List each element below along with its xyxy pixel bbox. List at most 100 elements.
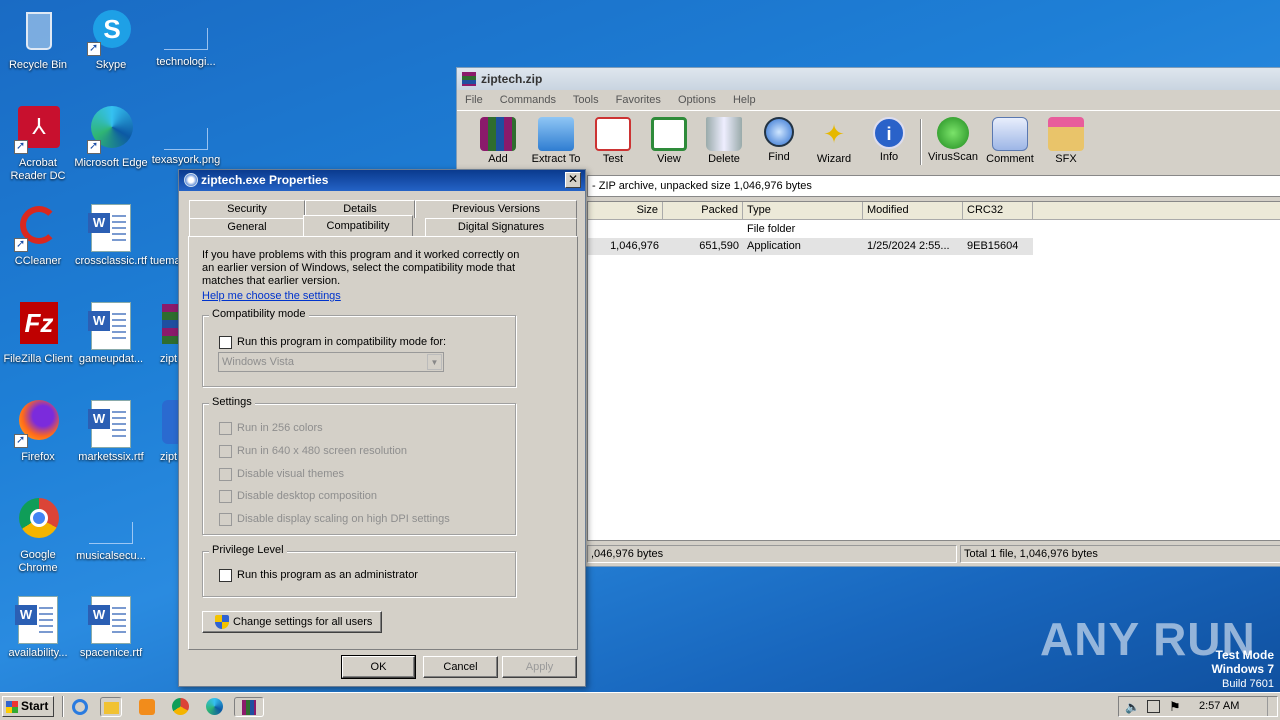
desktop-icon-ccleaner[interactable]: CCleaner: [0, 204, 76, 268]
desktop-icon-acrobat[interactable]: ⅄ Acrobat Reader DC: [0, 106, 76, 183]
ie-icon[interactable]: [69, 697, 91, 717]
close-button[interactable]: ✕: [565, 172, 581, 188]
cell-crc: [963, 221, 1033, 238]
properties-dialog[interactable]: ziptech.exe Properties ✕ Security Detail…: [178, 169, 586, 687]
run-640x480-checkbox[interactable]: Run in 640 x 480 screen resolution: [219, 444, 407, 460]
toolbar-view-button[interactable]: View: [641, 117, 697, 165]
file-icon: [164, 28, 208, 50]
table-row-folder[interactable]: File folder: [588, 221, 1033, 238]
menu-file[interactable]: File: [465, 94, 483, 106]
winrar-taskbar-icon[interactable]: [234, 697, 264, 717]
toolbar-info-button[interactable]: i Info: [861, 117, 917, 163]
toolbar-sfx-button[interactable]: SFX: [1038, 117, 1094, 165]
firefox-icon: [14, 400, 62, 448]
winrar-titlebar[interactable]: ziptech.zip: [457, 68, 1280, 90]
desktop-icon-musicalsecu[interactable]: musicalsecu...: [73, 498, 149, 563]
column-header-packed[interactable]: Packed: [663, 202, 743, 220]
menu-favorites[interactable]: Favorites: [616, 94, 661, 106]
menu-help[interactable]: Help: [733, 94, 756, 106]
menu-commands[interactable]: Commands: [500, 94, 556, 106]
column-header-size[interactable]: Size: [588, 202, 663, 220]
desktop-icon-marketssix[interactable]: W marketssix.rtf: [73, 400, 149, 464]
add-archive-icon: [480, 117, 516, 151]
tab-compatibility[interactable]: Compatibility: [303, 215, 413, 236]
desktop-icon-spacenice[interactable]: W spacenice.rtf: [73, 596, 149, 660]
menu-tools[interactable]: Tools: [573, 94, 599, 106]
table-row-file[interactable]: 1,046,976 651,590 Application 1/25/2024 …: [588, 238, 1033, 255]
clock[interactable]: 2:57 AM: [1199, 700, 1239, 712]
disable-desktop-composition-checkbox[interactable]: Disable desktop composition: [219, 489, 377, 505]
explorer-folder-icon[interactable]: [100, 697, 122, 717]
status-selected: ,046,976 bytes: [587, 545, 957, 563]
apply-button[interactable]: Apply: [502, 656, 577, 678]
close-icon: ✕: [567, 172, 579, 186]
show-desktop-button[interactable]: [1267, 697, 1277, 716]
cell-type: Application: [747, 240, 801, 252]
build-text: Build 7601: [1222, 678, 1274, 690]
tab-security[interactable]: Security: [189, 200, 305, 218]
media-player-icon[interactable]: [136, 697, 158, 717]
sfx-box-icon: [1048, 117, 1084, 151]
toolbar-virusscan-button[interactable]: VirusScan: [925, 117, 981, 163]
desktop-icon-availability[interactable]: W availability...: [0, 596, 76, 660]
application-icon: [150, 400, 180, 448]
column-header-type[interactable]: Type: [743, 202, 863, 220]
chrome-taskbar-icon[interactable]: [170, 697, 192, 717]
checkbox-box: [219, 569, 232, 582]
action-center-flag-icon[interactable]: ⚑: [1169, 699, 1181, 715]
run-as-admin-checkbox[interactable]: Run this program as an administrator: [219, 568, 418, 584]
toolbar-add-button[interactable]: Add: [470, 117, 526, 165]
compat-mode-checkbox[interactable]: Run this program in compatibility mode f…: [219, 335, 446, 351]
toolbar-find-button[interactable]: Find: [751, 117, 807, 163]
start-button[interactable]: Start: [2, 696, 54, 717]
edge-taskbar-icon[interactable]: [204, 697, 226, 717]
compatibility-mode-group: Compatibility mode Run this program in c…: [202, 308, 516, 387]
desktop-icon-zipt-rar[interactable]: zipt...: [150, 302, 180, 366]
volume-icon[interactable]: 🔈: [1125, 700, 1140, 714]
disable-dpi-scaling-checkbox[interactable]: Disable display scaling on high DPI sett…: [219, 512, 450, 528]
column-header-crc32[interactable]: CRC32: [963, 202, 1033, 220]
file-list[interactable]: Size Packed Type Modified CRC32 File fol…: [587, 201, 1280, 541]
toolbar-delete-button[interactable]: Delete: [696, 117, 752, 165]
desktop-icon-filezilla[interactable]: Fz FileZilla Client: [0, 302, 76, 366]
dialog-title: ziptech.exe Properties: [201, 173, 329, 187]
winrar-statusbar: ,046,976 bytes Total 1 file, 1,046,976 b…: [587, 545, 1280, 563]
toolbar-comment-button[interactable]: Comment: [982, 117, 1038, 165]
column-header-modified[interactable]: Modified: [863, 202, 963, 220]
desktop-icon-skype[interactable]: S Skype: [73, 8, 149, 72]
cell-type: File folder: [747, 223, 796, 235]
cancel-button[interactable]: Cancel: [423, 656, 498, 678]
compat-os-select[interactable]: Windows Vista ▼: [218, 352, 444, 372]
toolbar-wizard-button[interactable]: ✦ Wizard: [806, 117, 862, 165]
filezilla-icon: Fz: [14, 302, 62, 350]
dialog-titlebar[interactable]: ziptech.exe Properties ✕: [179, 170, 585, 191]
disable-visual-themes-checkbox[interactable]: Disable visual themes: [219, 467, 344, 483]
column-header-filler: [1033, 202, 1280, 220]
menu-options[interactable]: Options: [678, 94, 716, 106]
change-settings-all-users-button[interactable]: Change settings for all users: [202, 611, 382, 633]
app-icon: [184, 173, 198, 187]
desktop-icon-texasyork[interactable]: texasyork.png: [148, 106, 224, 167]
desktop-icon-firefox[interactable]: Firefox: [0, 400, 76, 464]
tab-digital-signatures[interactable]: Digital Signatures: [425, 218, 577, 236]
desktop-icon-technologi[interactable]: technologi...: [148, 8, 224, 69]
desktop-icon-gameupdat[interactable]: W gameupdat...: [73, 302, 149, 366]
ok-button[interactable]: OK: [341, 655, 416, 679]
desktop-icon-recycle-bin[interactable]: Recycle Bin: [0, 8, 76, 72]
desktop-icon-zipt-exe[interactable]: zipt...: [150, 400, 180, 464]
compatibility-mode-label: Compatibility mode: [209, 308, 309, 320]
file-icon: [89, 522, 133, 544]
archive-path-bar[interactable]: - ZIP archive, unpacked size 1,046,976 b…: [587, 175, 1280, 197]
desktop-icon-tuema[interactable]: tuema...: [140, 204, 180, 268]
settings-label: Settings: [209, 396, 255, 408]
desktop-icon-chrome[interactable]: Google Chrome: [0, 498, 76, 575]
toolbar-test-button[interactable]: Test: [585, 117, 641, 165]
tab-previous-versions[interactable]: Previous Versions: [415, 200, 577, 218]
toolbar-extract-button[interactable]: Extract To: [528, 117, 584, 165]
desktop-icon-edge[interactable]: Microsoft Edge: [73, 106, 149, 170]
network-icon[interactable]: [1147, 700, 1160, 713]
desktop-icon-crossclassic[interactable]: W crossclassic.rtf: [73, 204, 149, 268]
run-256-colors-checkbox[interactable]: Run in 256 colors: [219, 421, 323, 437]
help-link[interactable]: Help me choose the settings: [202, 290, 341, 302]
tab-general[interactable]: General: [189, 218, 305, 236]
